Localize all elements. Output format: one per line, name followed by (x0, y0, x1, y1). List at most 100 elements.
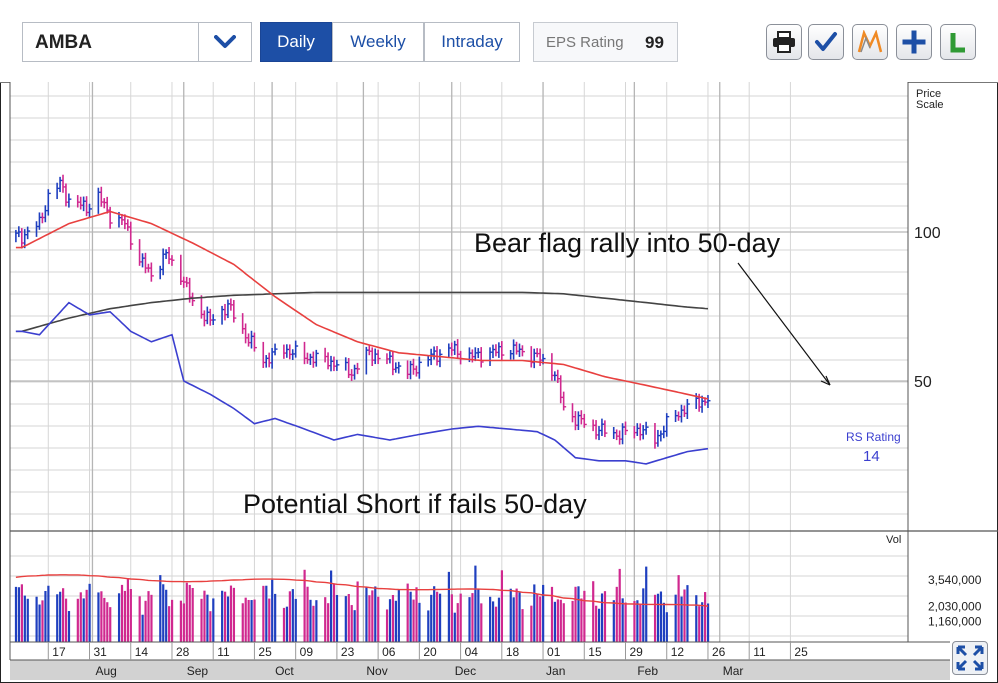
volume-bar (388, 599, 392, 642)
date-tick-label: 11 (753, 645, 766, 659)
date-tick-label: 31 (94, 645, 108, 659)
month-label: Mar (723, 664, 744, 678)
volume-bar (97, 592, 100, 642)
volume-bar (250, 600, 253, 642)
volume-bar (82, 598, 85, 642)
price-scale-label: Price Scale (916, 88, 944, 111)
volume-bar (144, 600, 147, 642)
volume-bar (23, 595, 26, 642)
volume-bar (226, 596, 230, 642)
volume-bar (147, 591, 150, 642)
volume-bar (653, 594, 657, 642)
volume-bar (191, 587, 194, 642)
date-tick-label: 28 (176, 645, 190, 659)
volume-bar (247, 599, 250, 642)
month-label: Oct (275, 664, 294, 678)
price-tick-label: 100 (914, 225, 941, 242)
volume-bar (203, 590, 206, 642)
volume-bar (453, 612, 456, 642)
volume-bar (391, 594, 395, 642)
volume-bar (368, 595, 371, 642)
volume-bar (574, 586, 577, 642)
volume-bar (229, 585, 233, 642)
volume-bar (335, 594, 339, 642)
volume-bar (615, 586, 618, 642)
volume-bar (674, 594, 677, 642)
volume-bar (559, 599, 562, 642)
volume-bar (109, 607, 112, 642)
volume-bar (704, 592, 707, 642)
volume-tick-label: 1,160,000 (928, 615, 982, 629)
volume-bar (26, 598, 29, 642)
volume-bar (500, 570, 504, 642)
volume-bar (35, 596, 38, 642)
rs-rating-label: RS Rating (846, 430, 901, 444)
volume-bar (150, 594, 153, 642)
volume-bar (642, 588, 645, 642)
volume-bar (17, 587, 21, 642)
volume-bar (409, 591, 412, 642)
volume-bar (701, 602, 704, 642)
volume-bar (397, 590, 400, 642)
volume-bar (539, 596, 542, 642)
volume-bar (553, 601, 557, 642)
date-tick-label: 11 (217, 645, 230, 659)
volume-bar (129, 589, 132, 642)
volume-bar (415, 587, 418, 642)
volume-bar (271, 579, 274, 642)
volume-bar (536, 593, 539, 642)
volume-bar (595, 605, 598, 642)
volume-bar (282, 607, 286, 642)
volume-bar (185, 582, 188, 642)
volume-bar (44, 590, 47, 642)
date-tick-label: 06 (382, 645, 396, 659)
annotation-bear-flag: Bear flag rally into 50-day (474, 228, 781, 258)
volume-bar (223, 591, 227, 642)
volume-bar (265, 585, 268, 642)
volume-tick-label: 2,030,000 (928, 599, 982, 613)
month-label: Sep (187, 664, 209, 678)
volume-bar (374, 586, 377, 642)
volume-bar (489, 596, 492, 642)
volume-bar (438, 593, 442, 642)
volume-bar (20, 584, 23, 642)
volume-bar (126, 578, 129, 642)
volume-bar (636, 600, 639, 642)
date-tick-label: 17 (52, 645, 66, 659)
rs-rating-value: 14 (863, 448, 880, 465)
volume-bar (385, 609, 389, 642)
volume-bar (221, 590, 224, 642)
volume-bar (592, 581, 595, 642)
volume-bar (120, 584, 124, 642)
volume-bar (406, 583, 409, 642)
volume-bar (603, 591, 607, 642)
date-tick-label: 18 (506, 645, 520, 659)
month-label: Nov (366, 664, 387, 678)
volume-bar (327, 603, 330, 642)
volume-bar (288, 591, 291, 642)
volume-bar (100, 591, 103, 642)
volume-bar (38, 604, 41, 642)
volume-bar (356, 581, 359, 642)
volume-bar (168, 606, 171, 642)
volume-bar (633, 601, 636, 642)
volume-bar (612, 600, 615, 642)
volume-bar (512, 597, 515, 642)
volume-bar (377, 596, 380, 642)
volume-bar (477, 588, 480, 642)
volume-bar (64, 598, 68, 642)
volume-bar (209, 611, 212, 642)
date-tick-label: 29 (630, 645, 644, 659)
volume-bar (79, 592, 82, 642)
volume-bar (480, 603, 483, 642)
volume-bar (598, 608, 601, 642)
volume-bar (262, 585, 265, 642)
volume-bar (315, 600, 318, 642)
volume-bar (459, 593, 462, 642)
volume-bar (347, 594, 350, 642)
volume-bar (677, 575, 680, 642)
date-tick-label: 01 (547, 645, 561, 659)
expand-chart-button[interactable] (952, 641, 988, 675)
date-tick-label: 25 (794, 645, 808, 659)
volume-bar (232, 587, 236, 642)
